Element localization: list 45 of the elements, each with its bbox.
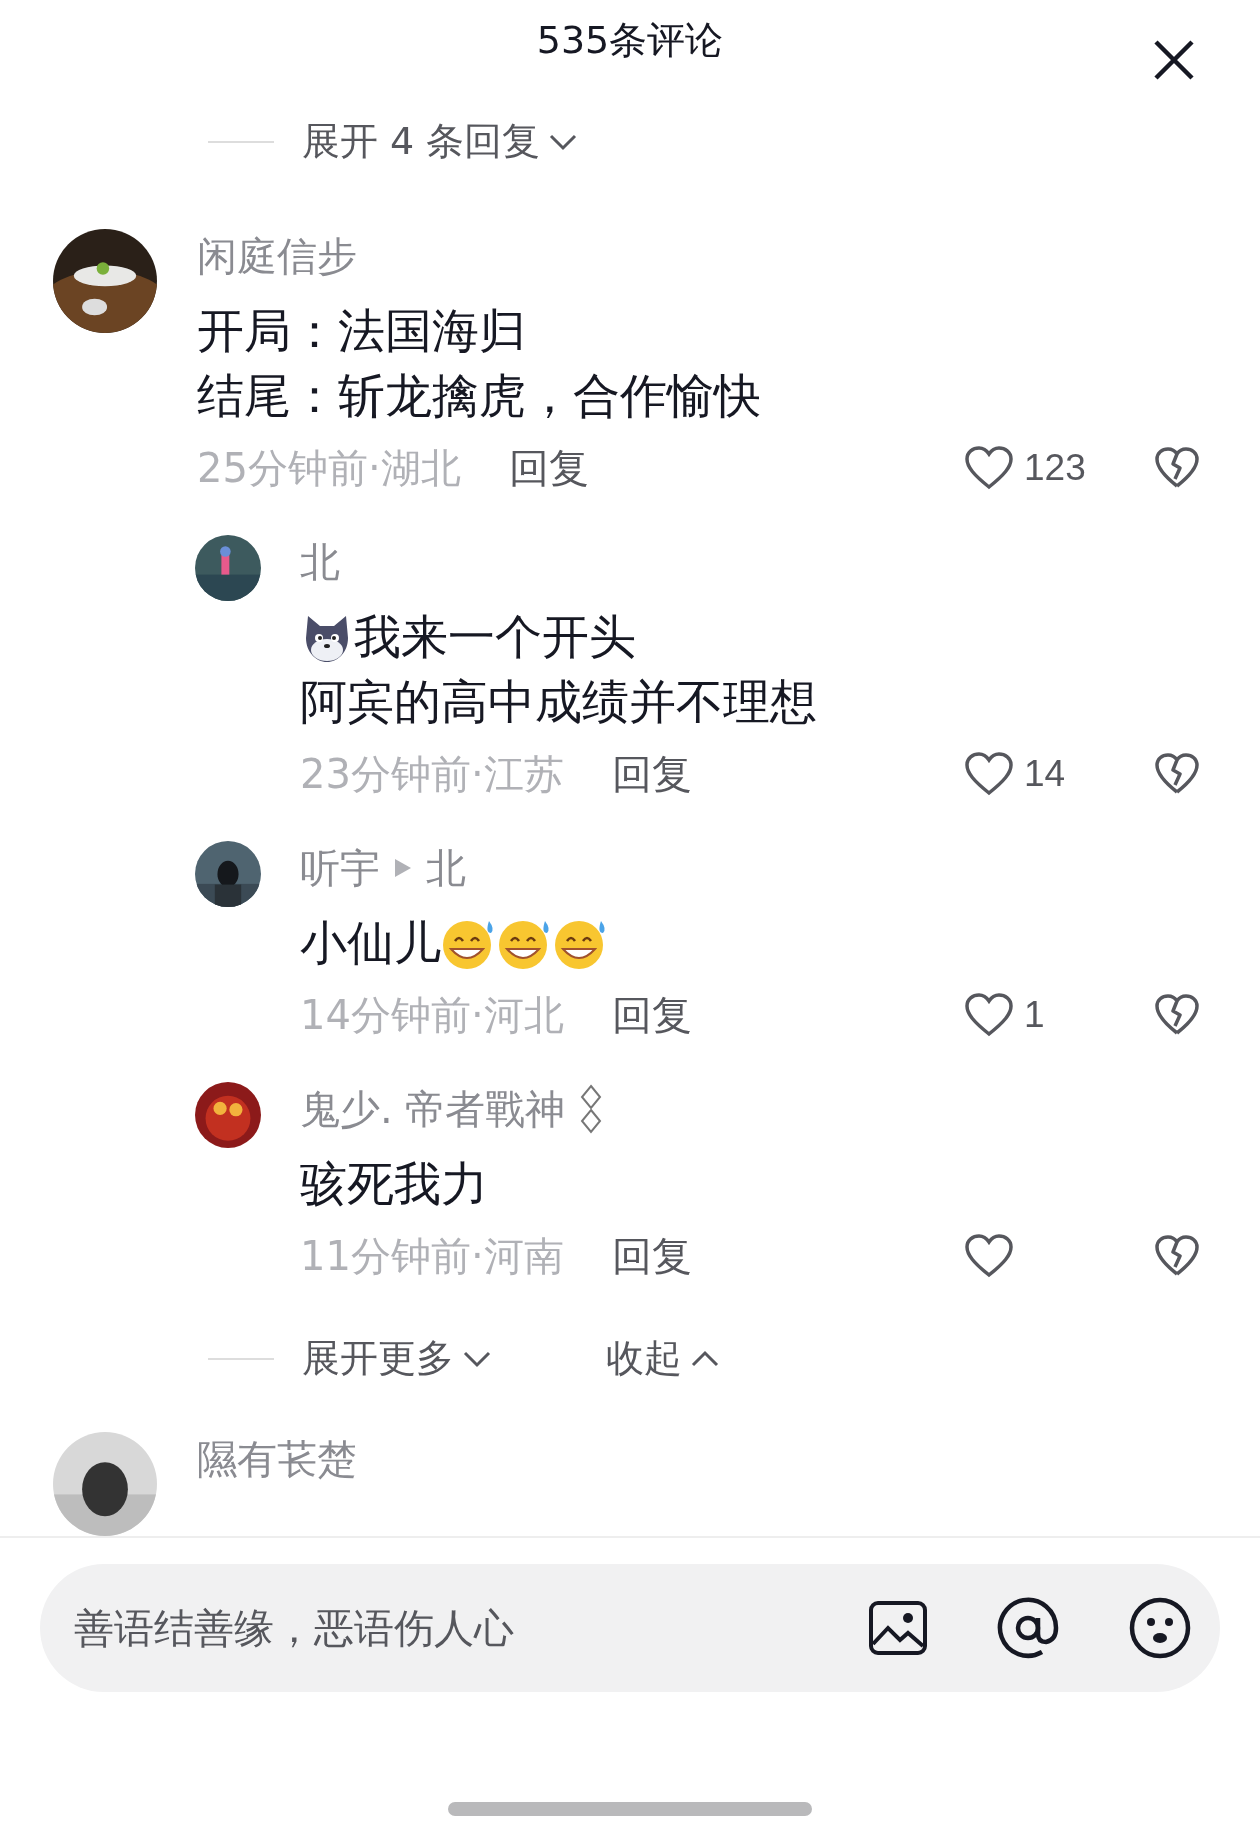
emoji-icon[interactable] (1128, 1596, 1192, 1660)
comment-input-field[interactable]: 善语结善缘，恶语伤人心 (72, 1604, 800, 1652)
heart-icon (964, 992, 1014, 1038)
diamond-badge-icon (579, 1084, 604, 1134)
dislike-button[interactable] (1154, 446, 1200, 490)
dislike-button[interactable] (1154, 993, 1200, 1037)
comment-text: 结尾：斩龙擒虎，合作愉快 (197, 367, 761, 425)
expand-more-link[interactable]: 展开更多 (302, 1333, 492, 1384)
comment-text: 小仙儿 (300, 914, 441, 972)
chevron-up-icon (690, 1349, 720, 1368)
heart-icon (964, 445, 1014, 491)
dislike-button[interactable] (1154, 1234, 1200, 1278)
broken-heart-icon (1154, 993, 1200, 1037)
expand-replies-link[interactable]: 展开 4 条回复 (302, 116, 579, 167)
heart-icon (964, 751, 1014, 797)
time-location: 14分钟前·河北 (300, 990, 564, 1040)
play-triangle-icon (394, 858, 412, 878)
comments-title: 535条评论 (536, 16, 724, 64)
reply-button[interactable]: 回复 (611, 1228, 692, 1284)
broken-heart-icon (1154, 446, 1200, 490)
like-count: 14 (1024, 753, 1067, 795)
heart-icon (964, 1233, 1014, 1279)
like-count: 123 (1024, 447, 1087, 489)
time-location: 23分钟前·江苏 (300, 749, 564, 799)
reply-button[interactable]: 回复 (611, 987, 692, 1043)
reply-button[interactable]: 回复 (611, 746, 692, 802)
collapse-link[interactable]: 收起 (606, 1333, 720, 1384)
reply-button[interactable]: 回复 (508, 440, 589, 496)
chevron-down-icon (462, 1349, 492, 1368)
dislike-button[interactable] (1154, 752, 1200, 796)
broken-heart-icon (1154, 752, 1200, 796)
image-icon[interactable] (868, 1600, 928, 1656)
comment-text: 我来一个开头 (354, 608, 636, 666)
like-button[interactable]: 1 (964, 992, 1094, 1038)
time-location: 11分钟前·河南 (300, 1231, 564, 1281)
comment-text: 阿宾的高中成绩并不理想 (300, 673, 817, 731)
comment-text: 开局：法国海归 (197, 302, 526, 360)
like-count: 1 (1024, 994, 1046, 1036)
like-button[interactable]: 123 (964, 445, 1094, 491)
comment-text: 骇死我力 (300, 1155, 488, 1213)
chevron-down-icon (548, 132, 579, 151)
broken-heart-icon (1154, 1234, 1200, 1278)
mention-icon[interactable] (996, 1596, 1060, 1660)
time-location: 25分钟前·湖北 (197, 443, 461, 493)
like-button[interactable]: 14 (964, 751, 1094, 797)
